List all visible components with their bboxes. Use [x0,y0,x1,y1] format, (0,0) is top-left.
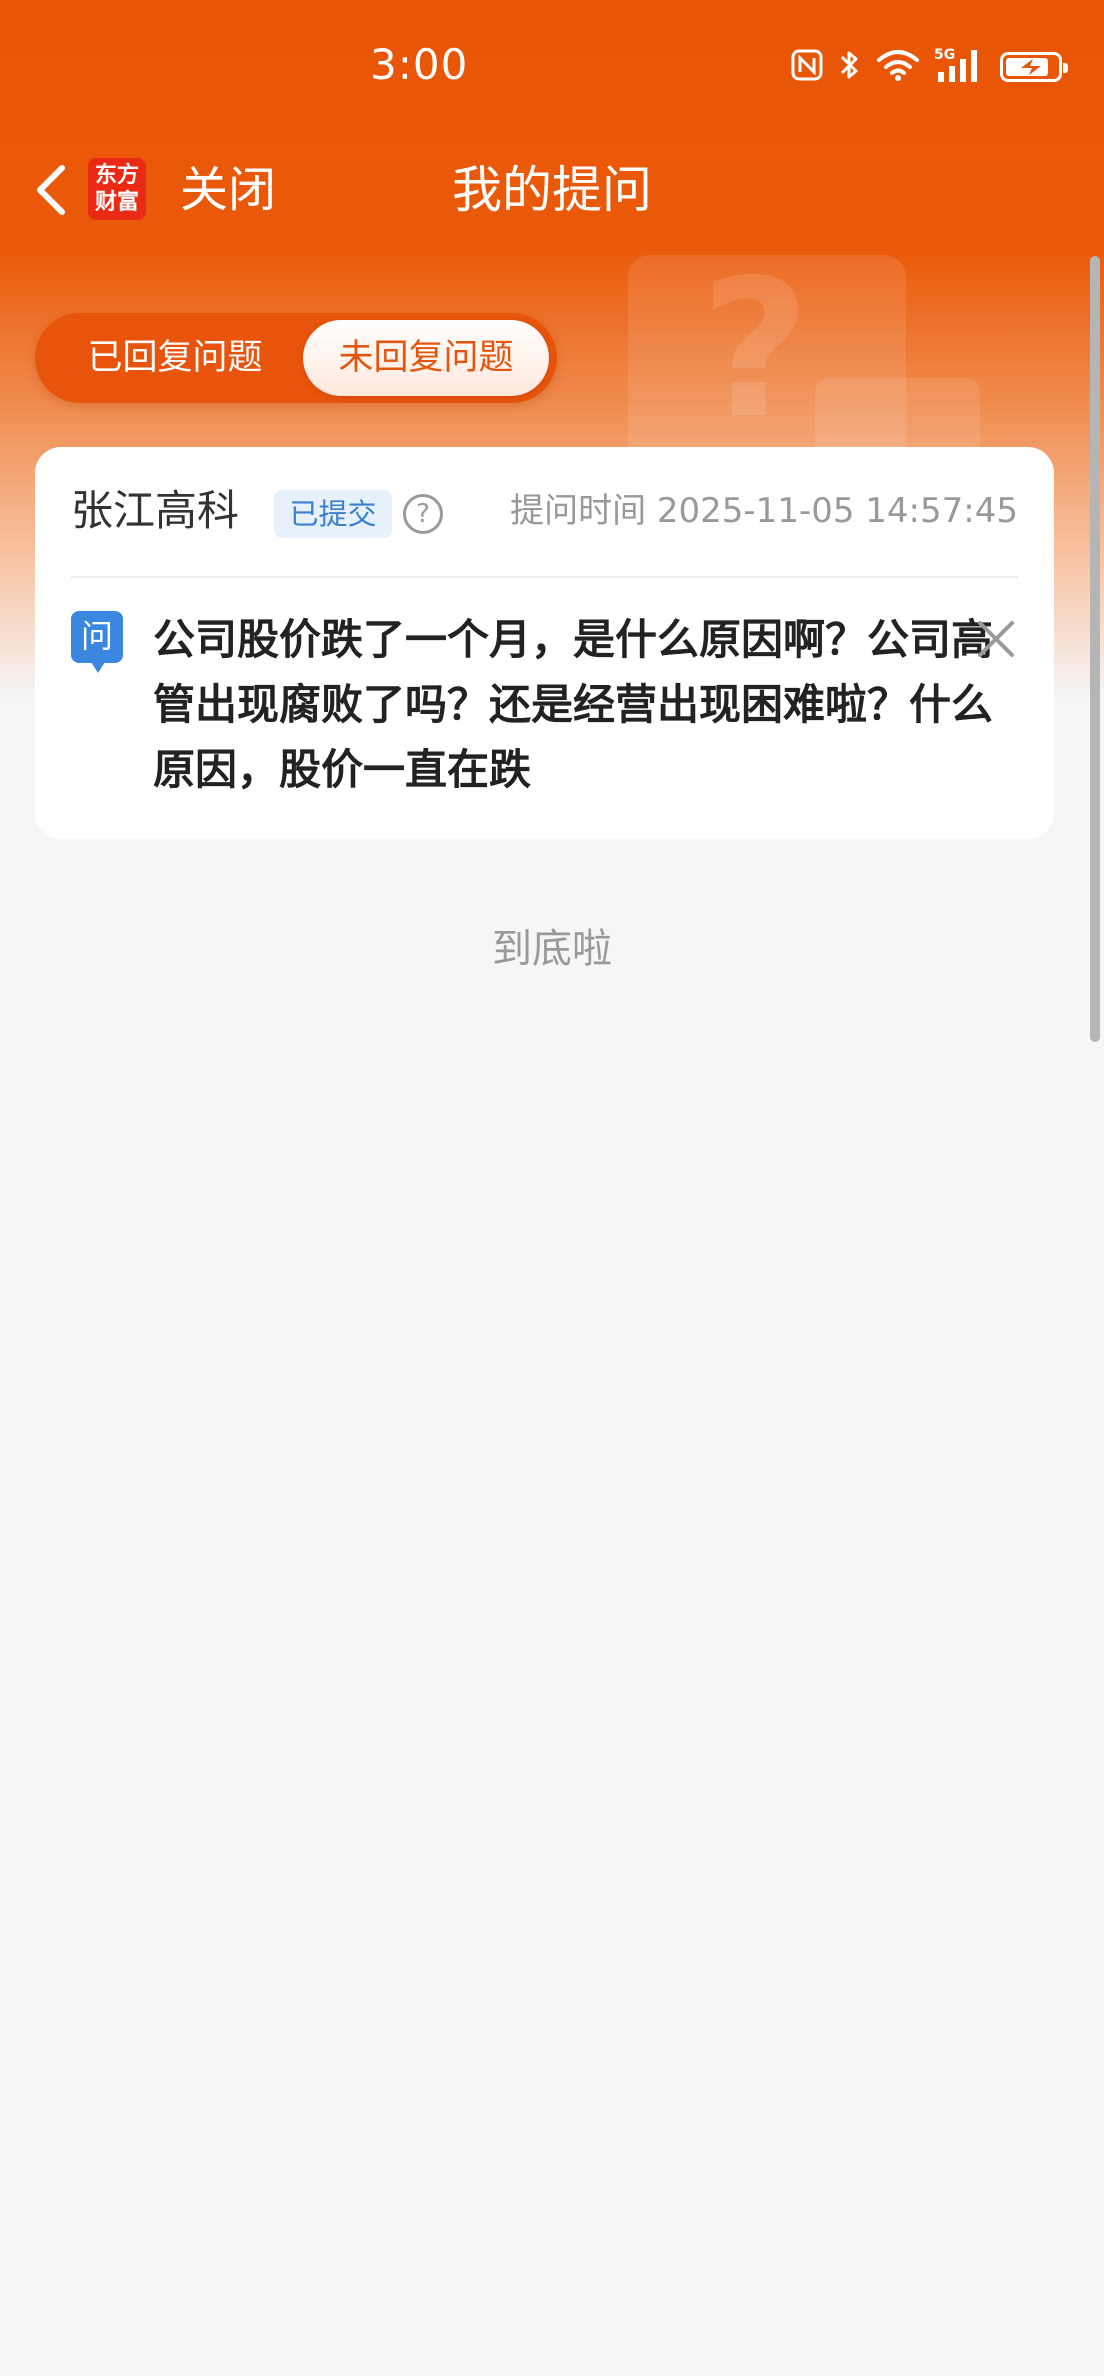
end-of-list-text: 到底啦 [492,926,612,972]
network-label: 5G [934,47,955,63]
status-icons: 5G [790,46,1068,88]
question-card[interactable]: 张江高科 已提交 ? 提问时间 2025-11-05 14:57:45 问 公司… [35,447,1054,839]
tab-replied-questions[interactable]: 已回复问题 [45,320,305,396]
nfc-icon [790,48,824,86]
scrollbar[interactable] [1090,256,1100,1042]
help-icon[interactable]: ? [403,494,443,534]
question-tabs: 已回复问题 未回复问题 [35,313,557,403]
decorative-question-mark-icon: ? [700,239,811,460]
status-time: 3:00 [370,40,469,89]
navigation-bar: 东方 财富 关闭 我的提问 [0,140,1104,240]
page-title: 我的提问 [452,161,652,219]
signal-5g-icon: 5G [934,46,986,88]
status-badge: 已提交 [274,490,392,538]
question-time: 提问时间 2025-11-05 14:57:45 [510,491,1018,531]
question-tag-icon: 问 [71,611,123,673]
bluetooth-icon [838,47,862,87]
wifi-icon [876,48,920,86]
delete-question-icon[interactable] [974,617,1018,661]
company-name: 张江高科 [71,486,240,535]
battery-charging-icon [1000,52,1068,82]
tab-unreplied-questions[interactable]: 未回复问题 [303,320,549,396]
divider [71,576,1018,578]
status-bar: 3:00 5G [0,0,1104,130]
question-text: 公司股价跌了一个月，是什么原因啊？公司高管出现腐败了吗？还是经营出现困难啦？什么… [153,615,994,794]
